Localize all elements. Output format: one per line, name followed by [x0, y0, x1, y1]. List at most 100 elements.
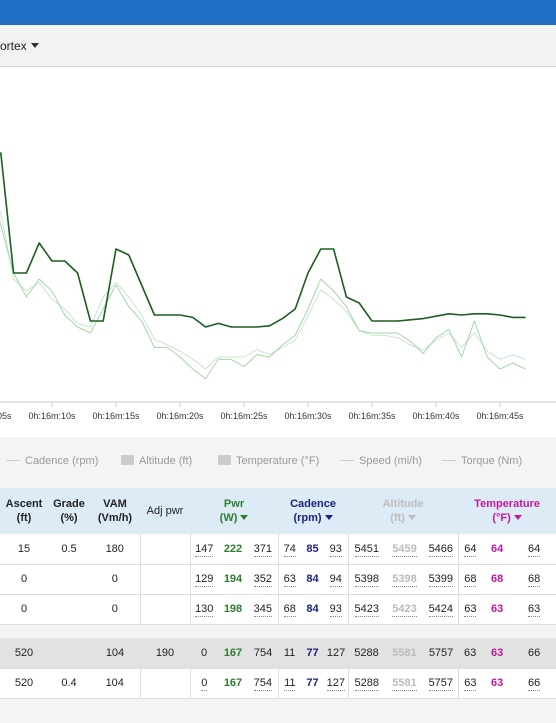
device-dropdown[interactable]: ortex	[0, 39, 39, 53]
legend-item-speed[interactable]: Speed (mi/h)	[340, 455, 422, 467]
toolbar: ortex	[0, 25, 556, 67]
header-unit: (ft)	[16, 512, 32, 524]
cell-alt-avg: 5398	[392, 573, 417, 587]
cell-pwr-max: 345	[253, 603, 272, 617]
cell-tmp-max: 66	[527, 646, 541, 659]
cell-ascent: 15	[0, 534, 48, 565]
table-row[interactable]: 520 0.4 104 0 167 754 11 77 127 5288 558…	[0, 668, 556, 699]
col-header-vam[interactable]: VAM (Vm/h)	[90, 488, 140, 534]
cell-tmp-avg: 63	[490, 677, 504, 689]
line-swatch-icon	[6, 460, 20, 461]
cell-ascent: 0	[0, 594, 48, 625]
cell-tmp-max: 63	[527, 603, 541, 617]
col-header-adj-pwr[interactable]: Adj pwr	[140, 488, 190, 534]
x-tick-label: 0h:16m:05s	[0, 411, 12, 421]
legend-label: Torque (Nm)	[461, 455, 523, 467]
header-unit: (°F)	[492, 512, 511, 524]
cell-tmp-avg: 63	[490, 603, 504, 615]
cell-cad-max: 93	[329, 603, 342, 617]
cell-adj-pwr	[139, 668, 190, 699]
x-tick-label: 0h:16m:20s	[156, 411, 204, 421]
header-label: Cadence	[290, 498, 336, 510]
cell-tmp-min: 63	[463, 646, 477, 659]
cell-grade	[48, 638, 90, 669]
cell-tmp-avg: 64	[490, 542, 504, 555]
cell-alt-avg: 5581	[392, 677, 417, 691]
cell-alt-min: 5288	[354, 646, 379, 659]
activity-chart[interactable]: 0h:16m:05s 0h:16m:10s 0h:16m:15s 0h:16m:20s…	[0, 67, 556, 437]
col-header-pwr[interactable]: Pwr (W)	[190, 488, 279, 534]
cell-cad-avg: 84	[306, 603, 319, 615]
cell-ascent: 0	[0, 564, 48, 595]
legend-label: Altitude (ft)	[139, 455, 193, 467]
table-row[interactable]: 15 0.5 180 147 222 371 74 85 93 5451 545…	[0, 534, 556, 565]
cell-cad-max: 127	[326, 646, 346, 659]
cell-cad-min: 11	[284, 677, 296, 691]
cell-cad-max: 94	[329, 573, 342, 587]
x-tick-label: 0h:16m:40s	[412, 411, 460, 421]
header-label: Grade	[53, 498, 85, 510]
col-header-grade[interactable]: Grade (%)	[48, 488, 90, 534]
table-row[interactable]: 0 0 130 198 345 68 84 93 5423 5423 5424 …	[0, 594, 556, 625]
cell-pwr-avg: 167	[223, 646, 243, 659]
series-line-tertiary	[0, 209, 526, 370]
cell-grade: 0.5	[48, 534, 90, 565]
col-header-temperature[interactable]: Temperature (°F)	[458, 488, 556, 534]
x-tick-label: 0h:16m:15s	[92, 411, 140, 421]
cell-grade	[48, 564, 90, 595]
header-label: Altitude	[382, 498, 424, 510]
x-tick-label: 0h:16m:30s	[284, 411, 332, 421]
cell-pwr-min: 0	[200, 646, 208, 659]
cell-grade	[48, 594, 90, 625]
cell-vam: 0	[90, 594, 140, 625]
app-header-bar	[0, 0, 556, 25]
cell-cad-min: 74	[283, 542, 296, 557]
table-summary-row[interactable]: 520 104 190 0 167 754 11 77 127 5288 558…	[0, 638, 556, 669]
col-header-cadence[interactable]: Cadence (rpm)	[278, 488, 349, 534]
cell-alt-max: 5399	[428, 573, 454, 587]
legend-item-torque[interactable]: Torque (Nm)	[442, 455, 522, 467]
header-unit: (Vm/h)	[97, 512, 133, 524]
x-tick-label: 0h:16m:25s	[220, 411, 268, 421]
cell-alt-avg: 5423	[392, 603, 417, 617]
cell-vam: 0	[90, 564, 140, 595]
header-label: Pwr	[223, 498, 245, 510]
header-unit: (W)	[219, 512, 238, 524]
cell-tmp-avg: 68	[490, 573, 504, 585]
cell-pwr-min: 147	[195, 542, 214, 557]
legend-label: Speed (mi/h)	[359, 455, 422, 467]
device-dropdown-label: ortex	[0, 39, 27, 53]
segment-table: Ascent (ft) Grade (%) VAM (Vm/h) Adj pwr Pw…	[0, 488, 556, 699]
cell-pwr-max: 371	[253, 542, 272, 557]
header-label: Temperature	[474, 498, 540, 510]
cell-pwr-avg: 222	[223, 542, 243, 555]
table-row[interactable]: 0 0 129 194 352 63 84 94 5398 5398 5399 …	[0, 564, 556, 595]
cell-pwr-min: 129	[195, 573, 214, 587]
cell-tmp-min: 68	[464, 573, 477, 587]
col-header-altitude[interactable]: Altitude (ft)	[348, 488, 459, 534]
header-unit: (%)	[60, 512, 78, 524]
cell-adj-pwr	[139, 534, 190, 565]
cell-alt-max: 5466	[428, 542, 454, 557]
cell-tmp-avg: 63	[490, 646, 504, 659]
header-unit: (rpm)	[293, 512, 322, 524]
legend-item-cadence[interactable]: Cadence (rpm)	[6, 455, 98, 467]
header-label: VAM	[103, 498, 127, 510]
cell-grade: 0.4	[48, 668, 90, 699]
cell-adj-pwr: 190	[140, 638, 190, 669]
legend-label: Cadence (rpm)	[25, 455, 99, 467]
cell-vam: 180	[90, 534, 140, 565]
cell-tmp-min: 64	[464, 542, 477, 557]
cell-cad-avg: 84	[306, 573, 319, 585]
col-header-ascent[interactable]: Ascent (ft)	[0, 488, 48, 534]
cell-vam: 104	[90, 668, 140, 699]
cell-ascent: 520	[0, 668, 48, 699]
sort-down-icon	[407, 515, 416, 520]
cell-pwr-min: 130	[195, 603, 214, 617]
cell-tmp-max: 64	[527, 542, 541, 557]
legend-item-altitude[interactable]: Altitude (ft)	[121, 455, 192, 467]
legend-item-temperature[interactable]: Temperature (°F)	[218, 455, 319, 467]
chart-panel: 0h:16m:05s 0h:16m:10s 0h:16m:15s 0h:16m:20s…	[0, 67, 556, 437]
x-tick-label: 0h:16m:45s	[476, 411, 524, 421]
header-label: Adj pwr	[146, 505, 184, 517]
